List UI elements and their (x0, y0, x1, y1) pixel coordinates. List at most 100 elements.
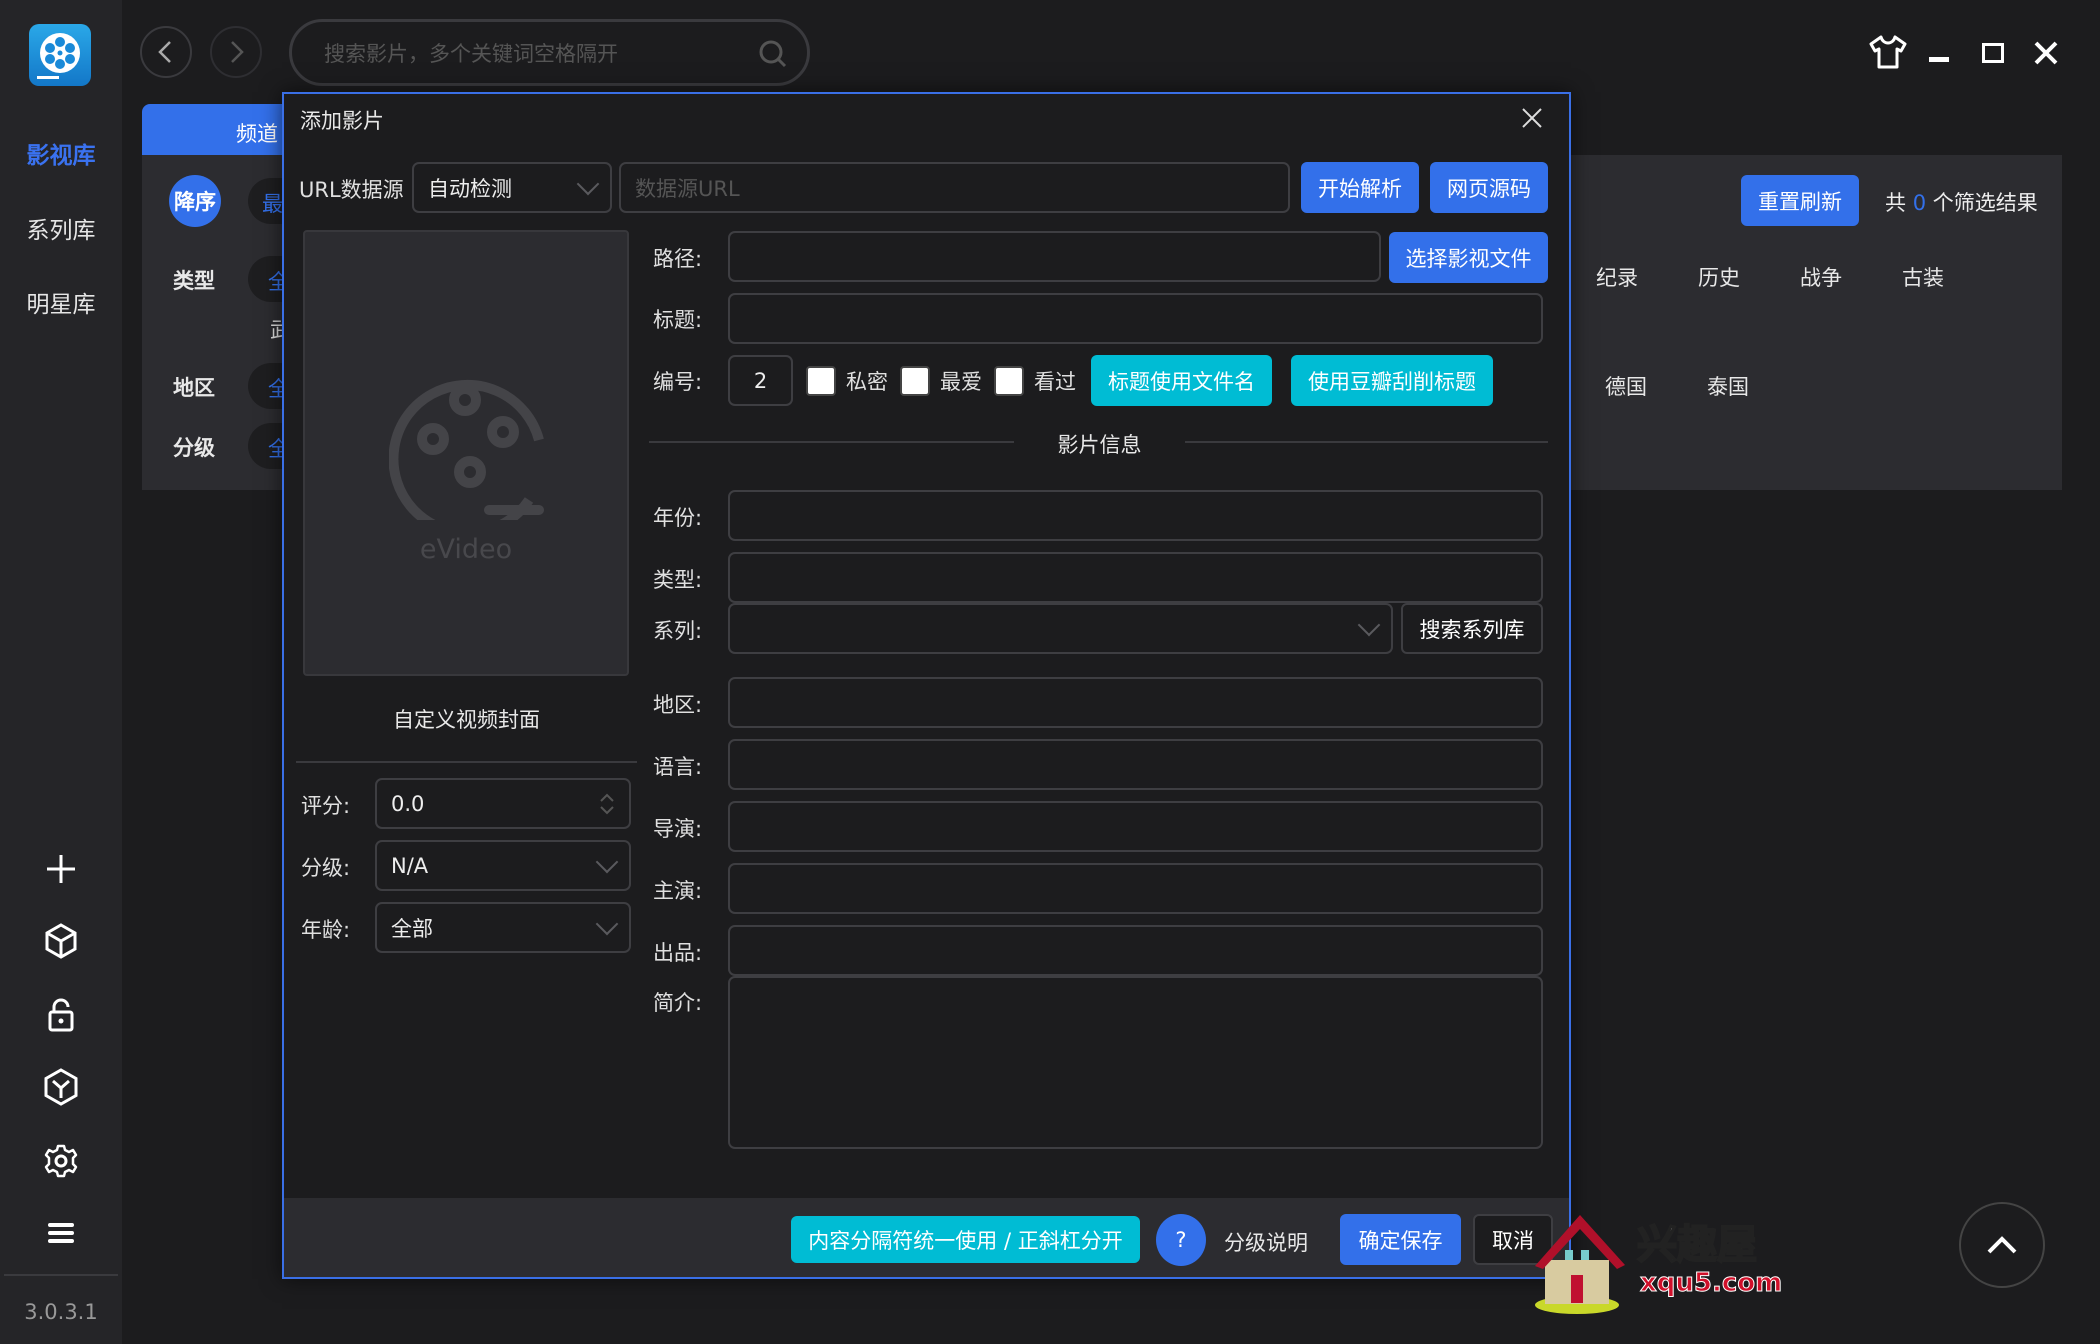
use-douban-button[interactable]: 使用豆瓣刮削标题 (1291, 355, 1493, 406)
url-source-value: 自动检测 (428, 176, 512, 201)
field-input[interactable] (728, 801, 1543, 852)
genre-item[interactable]: 纪录 (1596, 262, 1638, 292)
cover-image[interactable]: eVideo (303, 230, 629, 676)
stepper-icon[interactable] (599, 792, 615, 816)
page-source-button[interactable]: 网页源码 (1430, 162, 1548, 213)
score-value: 0.0 (391, 791, 425, 816)
field-input[interactable] (728, 863, 1543, 914)
section-title: 影片信息 (1057, 433, 1142, 457)
scroll-top-button[interactable] (1959, 1202, 2045, 1288)
close-window-button[interactable] (2033, 40, 2059, 66)
reset-refresh-button[interactable]: 重置刷新 (1741, 175, 1859, 226)
number-value: 2 (753, 368, 768, 393)
field-input[interactable] (728, 677, 1543, 728)
chevron-left-icon (158, 41, 171, 63)
favorite-label: 最爱 (940, 370, 982, 394)
field-label: 语言: (653, 755, 703, 779)
field-label: 年份: (653, 506, 703, 530)
region-item[interactable]: 泰国 (1707, 371, 1749, 401)
title-label: 标题: (653, 308, 703, 332)
box-icon[interactable] (41, 1067, 81, 1107)
genre-list: 纪录 历史 战争 古装 (1596, 262, 1944, 292)
field-label: 主演: (653, 879, 703, 903)
genre-item[interactable]: 历史 (1698, 262, 1740, 292)
filter-label-rating: 分级 (173, 436, 215, 460)
search-input[interactable]: 搜索影片，多个关键词空格隔开 (289, 19, 810, 86)
field-input[interactable] (728, 552, 1543, 603)
age-value: 全部 (391, 916, 433, 941)
help-button[interactable]: ? (1156, 1214, 1206, 1266)
chevron-down-icon (595, 850, 619, 873)
favorite-checkbox[interactable] (900, 366, 930, 396)
sidebar-divider (4, 1274, 118, 1276)
number-label: 编号: (653, 370, 703, 394)
private-checkbox[interactable] (806, 366, 836, 396)
separator-hint-button[interactable]: 内容分隔符统一使用 / 正斜杠分开 (791, 1216, 1140, 1263)
gear-icon[interactable] (41, 1141, 81, 1181)
path-label: 路径: (653, 247, 703, 271)
cube-icon[interactable] (41, 921, 81, 961)
search-placeholder: 搜索影片，多个关键词空格隔开 (324, 41, 618, 66)
lock-icon[interactable] (41, 995, 81, 1035)
url-input[interactable]: 数据源URL (619, 162, 1290, 213)
rating-help-link[interactable]: 分级说明 (1224, 1227, 1308, 1257)
sidebar-item-series[interactable]: 系列库 (0, 211, 122, 245)
use-filename-button[interactable]: 标题使用文件名 (1091, 355, 1272, 406)
rating-select[interactable]: N/A (375, 840, 631, 891)
field-label: 类型: (653, 568, 703, 592)
watermark-name: 兴趣屋 (1636, 1221, 1758, 1269)
search-series-button[interactable]: 搜索系列库 (1401, 603, 1543, 654)
genre-item[interactable]: 古装 (1902, 262, 1944, 292)
minimize-button[interactable] (1929, 57, 1949, 62)
dialog-title: 添加影片 (300, 109, 384, 133)
save-button[interactable]: 确定保存 (1340, 1214, 1461, 1265)
age-select[interactable]: 全部 (375, 902, 631, 953)
divider (1185, 441, 1548, 443)
field-input[interactable] (728, 490, 1543, 541)
app-logo (29, 24, 91, 86)
age-label: 年龄: (301, 918, 351, 942)
number-input[interactable]: 2 (728, 355, 793, 406)
field-label: 出品: (653, 941, 703, 965)
sort-desc-button[interactable]: 降序 (169, 175, 221, 227)
chevron-down-icon (576, 172, 600, 195)
field-input[interactable] (728, 925, 1543, 976)
genre-item[interactable]: 战争 (1800, 262, 1842, 292)
house-icon (1535, 1215, 1625, 1314)
search-icon[interactable] (757, 38, 789, 70)
watched-checkbox[interactable] (994, 366, 1024, 396)
maximize-button[interactable] (1982, 43, 2004, 63)
close-icon[interactable] (1520, 106, 1544, 130)
result-count-value: 0 (1912, 191, 1927, 215)
sidebar: 影视库 系列库 明星库 3.0.3.1 (0, 0, 122, 1344)
sidebar-item-stars[interactable]: 明星库 (0, 285, 122, 319)
menu-icon[interactable] (41, 1213, 81, 1253)
chevron-up-icon (1987, 1236, 2017, 1254)
rating-label: 分级: (301, 856, 351, 880)
score-stepper[interactable]: 0.0 (375, 778, 631, 829)
divider (296, 761, 637, 763)
custom-cover-label[interactable]: 自定义视频封面 (296, 704, 637, 734)
plus-icon[interactable] (41, 849, 81, 889)
field-label: 地区: (653, 693, 703, 717)
filter-label-region: 地区 (173, 376, 215, 400)
choose-file-button[interactable]: 选择影视文件 (1389, 232, 1548, 283)
chevron-down-icon (595, 912, 619, 935)
private-label: 私密 (846, 370, 888, 394)
start-parse-button[interactable]: 开始解析 (1301, 162, 1419, 213)
film-reel-icon (389, 379, 544, 520)
field-input[interactable] (728, 739, 1543, 790)
region-item[interactable]: 德国 (1605, 371, 1647, 401)
sidebar-item-movies[interactable]: 影视库 (0, 136, 122, 170)
skin-icon[interactable] (1868, 34, 1908, 70)
series-select[interactable] (728, 603, 1393, 654)
result-prefix: 共 (1885, 191, 1906, 215)
url-source-select[interactable]: 自动检测 (412, 162, 612, 213)
back-button[interactable] (140, 26, 192, 78)
forward-button[interactable] (210, 26, 262, 78)
result-count: 共 0 个筛选结果 (1885, 187, 2038, 217)
intro-textarea[interactable] (728, 976, 1543, 1149)
watermark-logo: 兴趣屋 xqu5.com (1525, 1210, 1783, 1315)
path-input[interactable] (728, 231, 1381, 282)
title-input[interactable] (728, 293, 1543, 344)
